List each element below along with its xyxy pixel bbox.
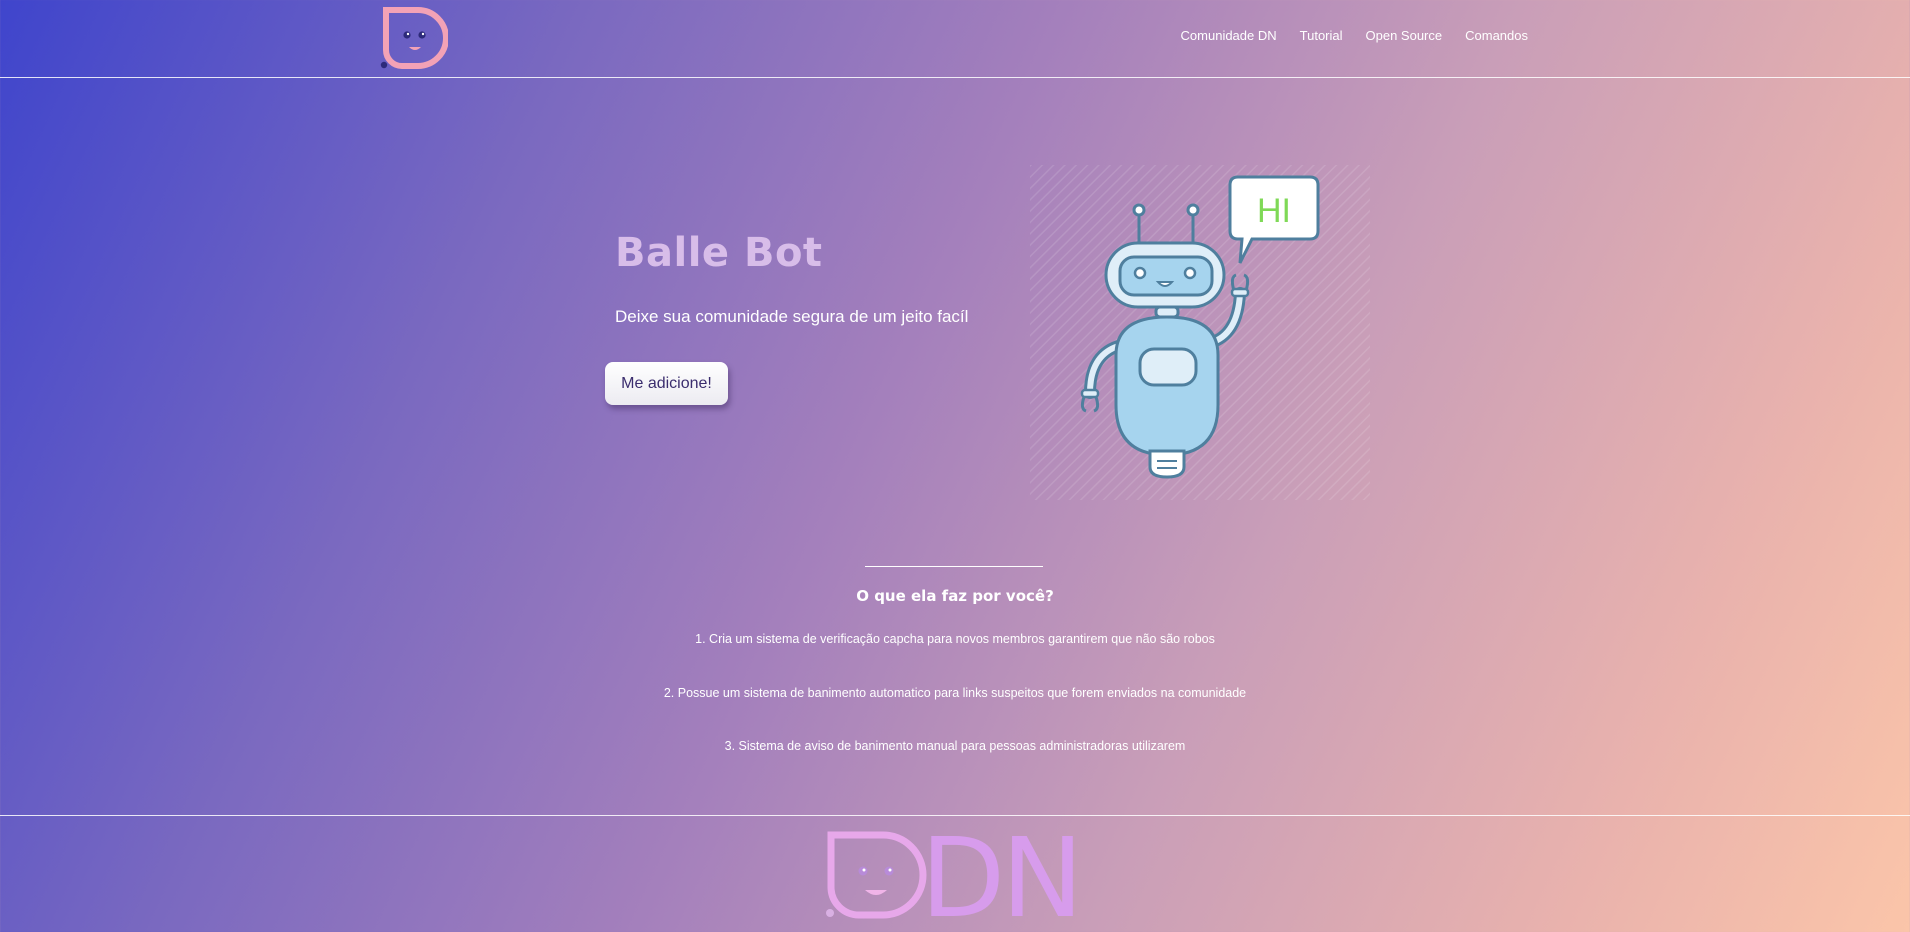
section-divider	[865, 566, 1043, 567]
nav-link-open-source[interactable]: Open Source	[1366, 28, 1443, 43]
feature-item-2: 2. Possue um sistema de banimento automa…	[663, 686, 1247, 700]
robot-waving-icon: HI	[1030, 165, 1370, 500]
top-navbar: Comunidade DN Tutorial Open Source Coman…	[0, 0, 1910, 78]
add-bot-button[interactable]: Me adicione!	[605, 362, 728, 405]
hero-subtitle: Deixe sua comunidade segura de um jeito …	[615, 307, 969, 326]
feature-item-3: 3. Sistema de aviso de banimento manual …	[724, 739, 1186, 753]
dn-face-logo-icon	[826, 831, 927, 919]
main-nav: Comunidade DN Tutorial Open Source Coman…	[1181, 28, 1528, 43]
features-title: O que ela faz por você?	[856, 587, 1054, 605]
footer: DN	[0, 815, 1910, 932]
nav-link-tutorial[interactable]: Tutorial	[1300, 28, 1343, 43]
speech-bubble-text: HI	[1257, 192, 1291, 230]
nav-link-comunidade-dn[interactable]: Comunidade DN	[1181, 28, 1277, 43]
hero-title: Balle Bot	[615, 230, 823, 276]
dn-footer-logo: DN	[826, 828, 1084, 932]
feature-item-1: 1. Cria um sistema de verificação capcha…	[695, 632, 1215, 646]
nav-link-comandos[interactable]: Comandos	[1465, 28, 1528, 43]
dn-logo-icon[interactable]	[378, 6, 448, 70]
dn-logo-text: DN	[921, 828, 1080, 932]
